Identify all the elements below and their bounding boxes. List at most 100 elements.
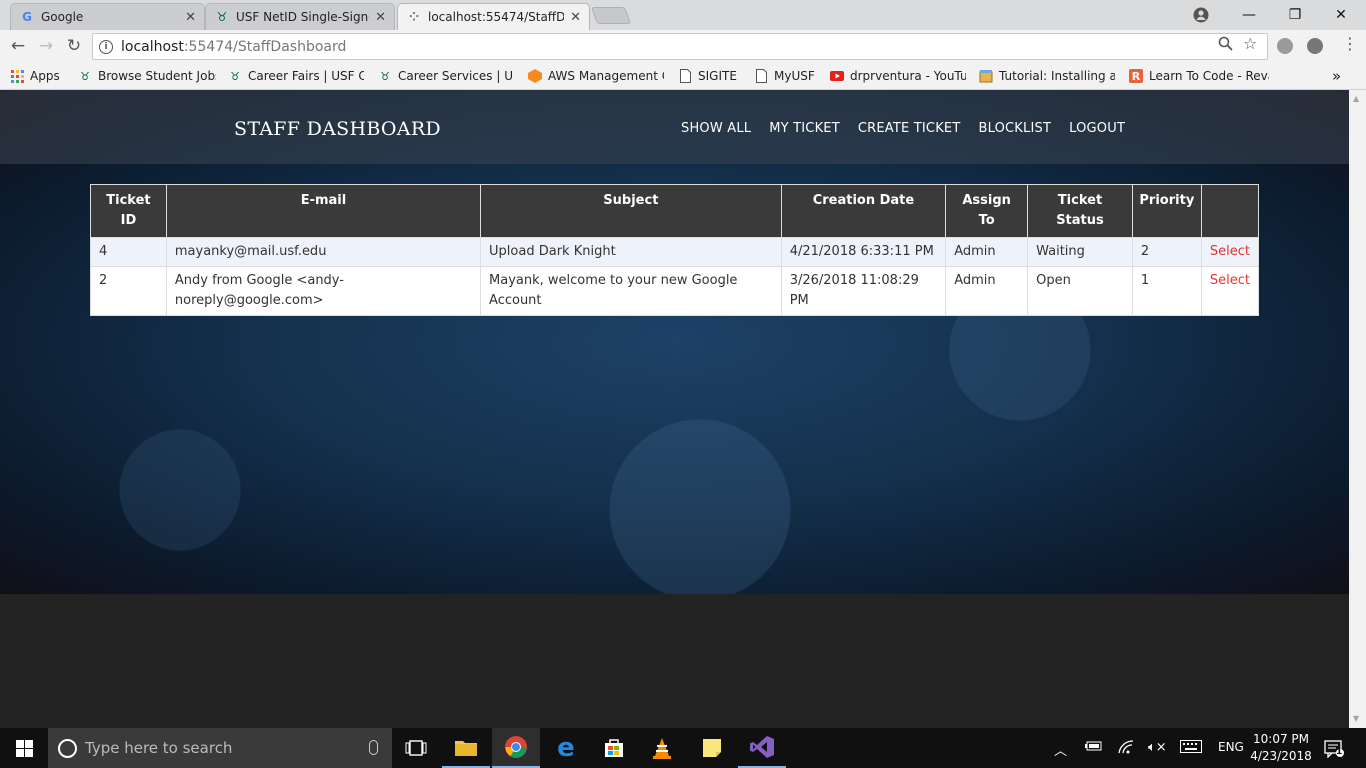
select-ticket-link[interactable]: Select (1210, 273, 1250, 288)
usf-bull-icon: ♉ (380, 69, 390, 83)
url-text: localhost:55474/StaffDashboard (121, 38, 347, 55)
cell-action: Select (1200, 237, 1260, 267)
nav-my-ticket[interactable]: MY TICKET (769, 121, 840, 136)
tab-title: localhost:55474/StaffDas (428, 10, 565, 24)
site-header: STAFF DASHBOARD SHOW ALL MY TICKET CREAT… (0, 90, 1349, 164)
store-icon[interactable] (590, 728, 638, 768)
col-assign-to: Assign To (945, 184, 1029, 238)
address-bar[interactable]: i localhost:55474/StaffDashboard (92, 33, 1268, 60)
bookmark-tutorial[interactable]: Tutorial: Installing a (979, 67, 1115, 85)
cell-assign-to: Admin (945, 266, 1029, 316)
select-ticket-link[interactable]: Select (1210, 244, 1250, 259)
bookmark-apps[interactable]: Apps (10, 67, 70, 85)
col-ticket-id: Ticket ID (90, 184, 167, 238)
edge-icon[interactable]: e (542, 728, 590, 768)
battery-icon[interactable] (1085, 740, 1103, 756)
bookmark-myusf[interactable]: MyUSF (754, 67, 818, 85)
visual-studio-icon[interactable] (738, 728, 786, 768)
scroll-down-arrow-icon[interactable]: ▼ (1353, 714, 1359, 723)
system-clock[interactable]: 10:07 PM 4/23/2018 (1250, 731, 1312, 765)
cell-ticket-id: 2 (90, 266, 167, 316)
task-view-icon[interactable] (392, 728, 440, 768)
file-explorer-icon[interactable] (442, 728, 490, 768)
minimize-window-icon[interactable]: — (1226, 0, 1272, 30)
col-priority: Priority (1131, 184, 1202, 238)
usf-bull-icon: ♉ (216, 10, 228, 24)
tab-title: Google (41, 10, 84, 24)
taskbar-search-box[interactable]: Type here to search (48, 728, 392, 768)
close-tab-icon[interactable]: ✕ (185, 10, 196, 25)
back-arrow-icon[interactable]: ← (6, 34, 30, 58)
bookmark-star-icon[interactable]: ☆ (1243, 34, 1257, 53)
close-tab-icon[interactable]: ✕ (375, 10, 386, 25)
col-subject: Subject (480, 184, 782, 238)
extension-icon[interactable] (1277, 38, 1293, 54)
show-hidden-icons-icon[interactable]: ︿ (1054, 740, 1067, 759)
wifi-icon[interactable] (1118, 740, 1134, 758)
bookmark-aws[interactable]: AWS Management C (528, 67, 664, 85)
cell-assign-to: Admin (945, 237, 1029, 267)
volume-muted-icon[interactable]: 🔈︎× (1148, 740, 1167, 755)
cell-action: Select (1200, 266, 1260, 316)
cell-creation-date: 4/21/2018 6:33:11 PM (780, 237, 947, 267)
cell-subject: Mayank, welcome to your new Google Accou… (480, 266, 782, 316)
cortana-circle-icon (58, 738, 77, 758)
new-tab-button[interactable] (590, 7, 632, 24)
nav-logout[interactable]: LOGOUT (1069, 121, 1125, 136)
cell-priority: 1 (1131, 266, 1202, 316)
col-ticket-status: Ticket Status (1027, 184, 1133, 238)
chrome-menu-icon[interactable]: ⋮ (1342, 34, 1358, 53)
chrome-icon[interactable] (492, 728, 540, 768)
nav-blocklist[interactable]: BLOCKLIST (979, 121, 1052, 136)
google-favicon-icon: G (22, 10, 32, 24)
microphone-icon[interactable] (369, 740, 378, 755)
zoom-magnifier-icon[interactable] (1218, 36, 1233, 55)
table-header-row: Ticket ID E-mail Subject Creation Date A… (90, 184, 1260, 238)
notification-count-badge: 1 (1336, 747, 1343, 757)
col-creation-date: Creation Date (780, 184, 947, 238)
bookmark-career-services[interactable]: ♉ Career Services | Uni (378, 67, 514, 85)
reload-icon[interactable]: ↻ (62, 34, 86, 58)
tab-staff-dashboard[interactable]: ⁘ localhost:55474/StaffDas ✕ (397, 3, 590, 30)
bookmark-career-fairs[interactable]: ♉ Career Fairs | USF Ca (228, 67, 364, 85)
youtube-icon (830, 69, 844, 83)
table-row: 2 Andy from Google <andy-noreply@google.… (90, 266, 1260, 316)
language-indicator[interactable]: ENG (1218, 740, 1244, 754)
box-icon (979, 69, 993, 83)
tab-google[interactable]: G Google ✕ (10, 3, 205, 30)
hero-background: STAFF DASHBOARD SHOW ALL MY TICKET CREAT… (0, 90, 1349, 594)
extension-icon[interactable] (1307, 38, 1323, 54)
page-viewport: STAFF DASHBOARD SHOW ALL MY TICKET CREAT… (0, 90, 1349, 728)
usf-bull-icon: ♉ (230, 69, 240, 83)
main-nav: SHOW ALL MY TICKET CREATE TICKET BLOCKLI… (681, 121, 1125, 136)
site-brand[interactable]: STAFF DASHBOARD (234, 118, 441, 140)
browser-tab-strip: G Google ✕ ♉ USF NetID Single-SignOn ✕ ⁘… (0, 0, 1366, 30)
scroll-up-arrow-icon[interactable]: ▲ (1353, 94, 1359, 103)
forward-arrow-icon[interactable]: → (34, 34, 58, 58)
windows-start-icon[interactable] (0, 728, 48, 768)
col-action (1200, 184, 1260, 238)
cell-subject: Upload Dark Knight (480, 237, 782, 267)
nav-show-all[interactable]: SHOW ALL (681, 121, 751, 136)
aws-cube-icon (528, 69, 542, 83)
close-tab-icon[interactable]: ✕ (570, 10, 581, 25)
browser-toolbar: ← → ↻ i localhost:55474/StaffDashboard ☆… (0, 30, 1366, 63)
vlc-icon[interactable] (638, 728, 686, 768)
tab-usf-netid[interactable]: ♉ USF NetID Single-SignOn ✕ (205, 3, 395, 30)
more-bookmarks-icon[interactable]: » (1332, 67, 1341, 85)
apps-grid-icon (10, 69, 24, 83)
bookmark-learn-to-code[interactable]: R Learn To Code - Reva (1129, 67, 1269, 85)
bookmark-youtube[interactable]: drprventura - YouTu (830, 67, 966, 85)
sticky-notes-icon[interactable] (688, 728, 736, 768)
close-window-icon[interactable]: ✕ (1318, 0, 1364, 30)
page-scrollbar[interactable]: ▲ ▼ (1349, 90, 1366, 728)
bookmark-browse-student-jobs[interactable]: ♉ Browse Student Jobs (78, 67, 216, 85)
nav-create-ticket[interactable]: CREATE TICKET (858, 121, 961, 136)
keyboard-icon[interactable] (1180, 740, 1202, 757)
site-info-icon[interactable]: i (99, 39, 113, 54)
bookmark-sigite[interactable]: SIGITE (678, 67, 742, 85)
profile-icon[interactable] (1178, 0, 1224, 30)
cell-ticket-id: 4 (90, 237, 167, 267)
restore-window-icon[interactable]: ❐ (1272, 0, 1318, 30)
usf-bull-icon: ♉ (80, 69, 90, 83)
